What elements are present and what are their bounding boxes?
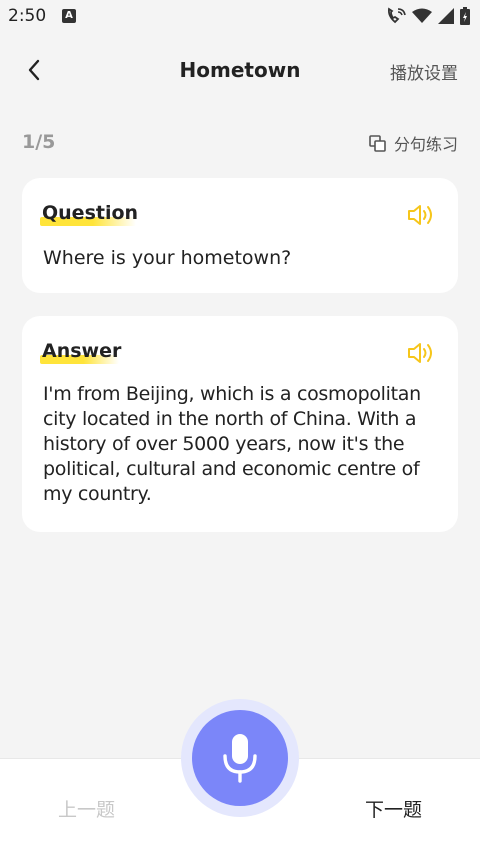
- question-heading: Question: [40, 202, 139, 226]
- progress-row: 1/5 分句练习: [22, 128, 458, 156]
- wifi-icon: [412, 8, 432, 23]
- previous-question-button[interactable]: 上一题: [58, 795, 115, 822]
- copy-icon: [369, 134, 386, 152]
- back-button[interactable]: [16, 52, 52, 88]
- next-question-button[interactable]: 下一题: [365, 795, 422, 822]
- answer-label: Answer: [42, 340, 122, 362]
- top-nav: Hometown 播放设置: [0, 44, 480, 96]
- record-button[interactable]: [192, 710, 288, 806]
- answer-text: I'm from Beijing, which is a cosmopolita…: [43, 383, 421, 505]
- question-label: Question: [42, 202, 139, 224]
- progress-counter: 1/5: [22, 131, 56, 153]
- speaker-icon[interactable]: [406, 202, 436, 228]
- question-card: Question Where is your hometown?: [22, 178, 458, 293]
- chevron-left-icon: [28, 59, 40, 81]
- split-practice-label: 分句练习: [393, 135, 458, 154]
- microphone-icon: [223, 734, 257, 783]
- signal-icon: [438, 8, 454, 24]
- status-bar: 2:50 A: [0, 0, 480, 34]
- notification-a-icon: A: [62, 9, 76, 23]
- speaker-icon[interactable]: [406, 340, 436, 366]
- split-practice-button[interactable]: 分句练习: [369, 131, 458, 155]
- call-wifi-icon: [387, 7, 406, 24]
- question-text: Where is your hometown?: [43, 247, 292, 269]
- answer-card: Answer I'm from Beijing, which is a cosm…: [22, 316, 458, 532]
- status-time: 2:50: [8, 6, 47, 26]
- battery-charging-icon: [460, 7, 470, 25]
- answer-heading: Answer: [40, 340, 122, 364]
- playback-settings-button[interactable]: 播放设置: [390, 59, 458, 84]
- status-icons: [386, 7, 470, 25]
